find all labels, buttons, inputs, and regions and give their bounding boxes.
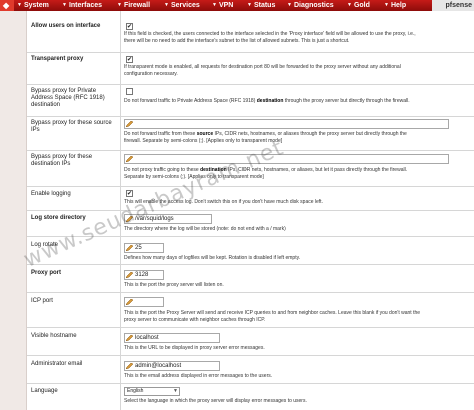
- dropdown-arrow-icon: ▼: [173, 388, 178, 394]
- icp-port-input[interactable]: [124, 297, 164, 307]
- menu-interfaces[interactable]: ▼ Interfaces: [62, 0, 102, 11]
- menu-label: VPN: [218, 2, 234, 9]
- bypass-private-checkbox[interactable]: [126, 88, 133, 95]
- row-description: If transparent mode is enabled, all requ…: [124, 64, 401, 77]
- row-label: Log store directory: [31, 215, 86, 221]
- row-language: Language English ▼ Select the language in…: [27, 383, 474, 410]
- row-description: This is the email address displayed in e…: [124, 373, 273, 379]
- menu-label: Diagnostics: [293, 2, 334, 9]
- row-label: Bypass proxy for these source IPs: [31, 120, 112, 133]
- proxy-port-input[interactable]: 3128: [124, 270, 164, 280]
- pencil-icon: [126, 335, 133, 341]
- menu-vpn[interactable]: ▼ VPN: [212, 0, 233, 11]
- row-label: Bypass proxy for these destination IPs: [31, 154, 93, 167]
- enable-logging-checkbox[interactable]: ✔: [126, 190, 133, 197]
- row-description: The directory where the log will be stor…: [124, 226, 286, 232]
- row-description: Do not proxy traffic going to these dest…: [124, 167, 408, 180]
- row-label: Log rotate: [31, 242, 59, 248]
- transparent-proxy-checkbox[interactable]: ✔: [126, 56, 133, 63]
- pencil-icon: [126, 216, 133, 222]
- top-menu-bar: ◆ ▼ System ▼ Interfaces ▼ Firewall ▼ Service…: [0, 0, 474, 11]
- visible-hostname-input[interactable]: localhost: [124, 333, 220, 343]
- row-description: Select the language in which the proxy s…: [124, 398, 307, 404]
- row-description: This will enable the access log. Don't s…: [124, 199, 323, 205]
- row-label: Language: [31, 388, 58, 394]
- row-transparent-proxy: Transparent proxy ✔ If transparent mode …: [27, 52, 474, 85]
- row-enable-logging: Enable logging ✔ This will enable the ac…: [27, 186, 474, 211]
- row-bypass-destination: Bypass proxy for these destination IPs D…: [27, 150, 474, 187]
- menu-services[interactable]: ▼ Services: [164, 0, 200, 11]
- row-description: This is the URL to be displayed in proxy…: [124, 345, 265, 351]
- language-select[interactable]: English ▼: [124, 387, 180, 396]
- menu-diagnostics[interactable]: ▼ Diagnostics: [287, 0, 334, 11]
- pencil-icon: [126, 121, 133, 127]
- menu-label: Firewall: [123, 2, 151, 9]
- menu-status[interactable]: ▼ Status: [247, 0, 275, 11]
- log-directory-input[interactable]: /var/squid/logs: [124, 214, 212, 224]
- row-bypass-source: Bypass proxy for these source IPs Do not…: [27, 116, 474, 151]
- pencil-icon: [126, 272, 133, 278]
- menu-label: Services: [170, 2, 200, 9]
- row-description: Do not forward traffic to Private Addres…: [124, 98, 410, 104]
- menu-help[interactable]: ▼ Help: [384, 0, 406, 11]
- row-label: Allow users on interface: [31, 23, 101, 29]
- menu-label: System: [23, 2, 49, 9]
- left-margin: [0, 11, 27, 410]
- row-icp-port: ICP port This is the port the Proxy Serv…: [27, 292, 474, 328]
- menu-firewall[interactable]: ▼ Firewall: [117, 0, 150, 11]
- menu-label: Interfaces: [68, 2, 103, 9]
- row-proxy-port: Proxy port 3128 This is the port the pro…: [27, 264, 474, 293]
- pencil-icon: [126, 245, 133, 251]
- log-rotate-input[interactable]: 25: [124, 243, 164, 253]
- row-bypass-private: Bypass proxy for Private Address Space (…: [27, 84, 474, 117]
- row-label: Administrator email: [31, 361, 83, 367]
- row-description: Defines how many days of logfiles will b…: [124, 255, 301, 261]
- bypass-destination-input[interactable]: [124, 154, 449, 164]
- pencil-icon: [126, 299, 133, 305]
- row-log-rotate: Log rotate 25 Defines how many days of l…: [27, 236, 474, 265]
- row-label: Transparent proxy: [31, 56, 84, 62]
- row-log-directory: Log store directory /var/squid/logs The …: [27, 210, 474, 237]
- pencil-icon: [126, 363, 133, 369]
- row-description: Do not forward traffic from these source…: [124, 131, 407, 144]
- row-label: Enable logging: [31, 191, 71, 197]
- pfsense-logo: pfsense: [432, 0, 474, 11]
- row-label: Proxy port: [31, 270, 62, 276]
- row-label: Bypass proxy for Private Address Space (…: [31, 88, 105, 108]
- allow-users-checkbox[interactable]: ✔: [126, 23, 133, 30]
- row-label: Visible hostname: [31, 333, 77, 339]
- menu-gold[interactable]: ▼ Gold: [347, 0, 370, 11]
- bypass-source-input[interactable]: [124, 119, 449, 129]
- row-description: This is the port the Proxy Server will s…: [124, 310, 421, 323]
- menu-system[interactable]: ▼ System: [17, 0, 49, 11]
- row-description: If this field is checked, the users conn…: [124, 31, 416, 44]
- pencil-icon: [126, 156, 133, 162]
- menu-label: Gold: [353, 2, 370, 9]
- logo-icon: ◆: [0, 0, 14, 11]
- row-label: ICP port: [31, 298, 53, 304]
- row-visible-hostname: Visible hostname localhost This is the U…: [27, 327, 474, 356]
- row-description: This is the port the proxy server will l…: [124, 282, 224, 288]
- menu-label: Status: [253, 2, 276, 9]
- admin-email-input[interactable]: admin@localhost: [124, 361, 220, 371]
- menu-label: Help: [390, 2, 407, 9]
- row-admin-email: Administrator email admin@localhost This…: [27, 355, 474, 384]
- row-allow-users: Allow users on interface ✔ If this field…: [27, 11, 474, 53]
